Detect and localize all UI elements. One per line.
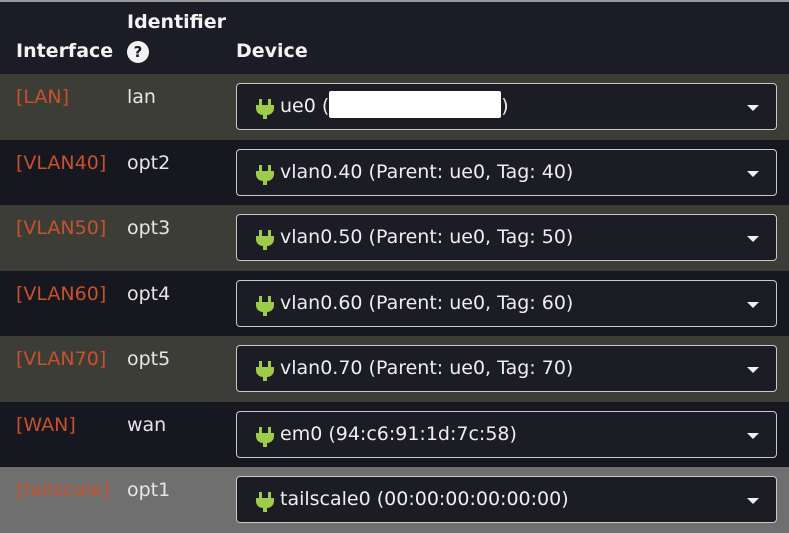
plug-icon: [256, 492, 274, 512]
redacted-block: [329, 91, 502, 118]
table-row: [WAN] wan em0 (94:c6:91:1d:7c:58): [0, 401, 789, 467]
interface-link[interactable]: [VLAN60]: [16, 283, 106, 305]
identifier-text: lan: [127, 86, 156, 108]
table-row: [VLAN40] opt2 vlan0.40 (Parent: ue0, Tag…: [0, 139, 789, 205]
device-select[interactable]: vlan0.70 (Parent: ue0, Tag: 70): [236, 345, 777, 392]
device-select-value: vlan0.50 (Parent: ue0, Tag: 50): [280, 226, 574, 248]
table-row: [tailscale] opt1 tailscale0 (00:00:00:00…: [0, 467, 789, 533]
chevron-down-icon: [747, 170, 759, 177]
device-select[interactable]: vlan0.50 (Parent: ue0, Tag: 50): [236, 214, 777, 261]
device-select[interactable]: tailscale0 (00:00:00:00:00:00): [236, 476, 777, 523]
column-header-identifier: Identifier: [127, 11, 227, 33]
plug-icon: [256, 361, 274, 381]
help-icon[interactable]: ?: [127, 41, 149, 63]
device-select-value: tailscale0 (00:00:00:00:00:00): [280, 488, 569, 510]
device-select-value: vlan0.60 (Parent: ue0, Tag: 60): [280, 291, 574, 314]
interface-link[interactable]: [VLAN70]: [16, 348, 106, 370]
identifier-text: opt2: [127, 151, 171, 174]
chevron-down-icon: [747, 236, 759, 242]
device-select-value: em0 (94:c6:91:1d:7c:58): [280, 422, 517, 445]
device-select-value: vlan0.40 (Parent: ue0, Tag: 40): [280, 160, 574, 183]
identifier-text: opt4: [127, 282, 171, 305]
chevron-down-icon: [747, 432, 759, 439]
interface-assignments-table: [LAN] lan ue0 () [VLAN40] opt2 vlan0.40 …: [0, 74, 789, 533]
device-select[interactable]: vlan0.40 (Parent: ue0, Tag: 40): [236, 148, 777, 196]
chevron-down-icon: [747, 498, 759, 504]
interface-link[interactable]: [VLAN40]: [16, 152, 106, 174]
interface-link[interactable]: [tailscale]: [16, 479, 109, 501]
plug-icon: [256, 99, 274, 119]
identifier-text: wan: [127, 413, 167, 436]
plug-icon: [256, 164, 274, 185]
plug-icon: [256, 426, 274, 447]
interface-link[interactable]: [LAN]: [16, 86, 69, 108]
device-suffix: ): [501, 95, 509, 117]
chevron-down-icon: [747, 105, 759, 111]
device-select[interactable]: ue0 (): [236, 83, 777, 130]
table-row: [VLAN70] opt5 vlan0.70 (Parent: ue0, Tag…: [0, 336, 789, 402]
device-select-value: ue0 (): [280, 91, 509, 118]
identifier-text: opt5: [127, 348, 171, 370]
identifier-text: opt1: [127, 479, 171, 501]
plug-icon: [256, 230, 274, 250]
table-row: [VLAN50] opt3 vlan0.50 (Parent: ue0, Tag…: [0, 205, 789, 271]
interface-link[interactable]: [VLAN50]: [16, 217, 106, 239]
device-select[interactable]: em0 (94:c6:91:1d:7c:58): [236, 410, 777, 458]
device-name: ue0 (: [280, 95, 330, 117]
plug-icon: [256, 295, 274, 316]
device-select[interactable]: vlan0.60 (Parent: ue0, Tag: 60): [236, 279, 777, 327]
interface-link[interactable]: [WAN]: [16, 414, 76, 436]
table-header: Interface Identifier ? Device: [0, 2, 789, 74]
table-row: [VLAN60] opt4 vlan0.60 (Parent: ue0, Tag…: [0, 270, 789, 336]
identifier-text: opt3: [127, 217, 171, 239]
column-header-interface: Interface: [16, 40, 114, 62]
device-select-value: vlan0.70 (Parent: ue0, Tag: 70): [280, 357, 574, 379]
table-row: [LAN] lan ue0 (): [0, 74, 789, 140]
chevron-down-icon: [747, 301, 759, 308]
chevron-down-icon: [747, 367, 759, 373]
column-header-device: Device: [236, 40, 308, 62]
